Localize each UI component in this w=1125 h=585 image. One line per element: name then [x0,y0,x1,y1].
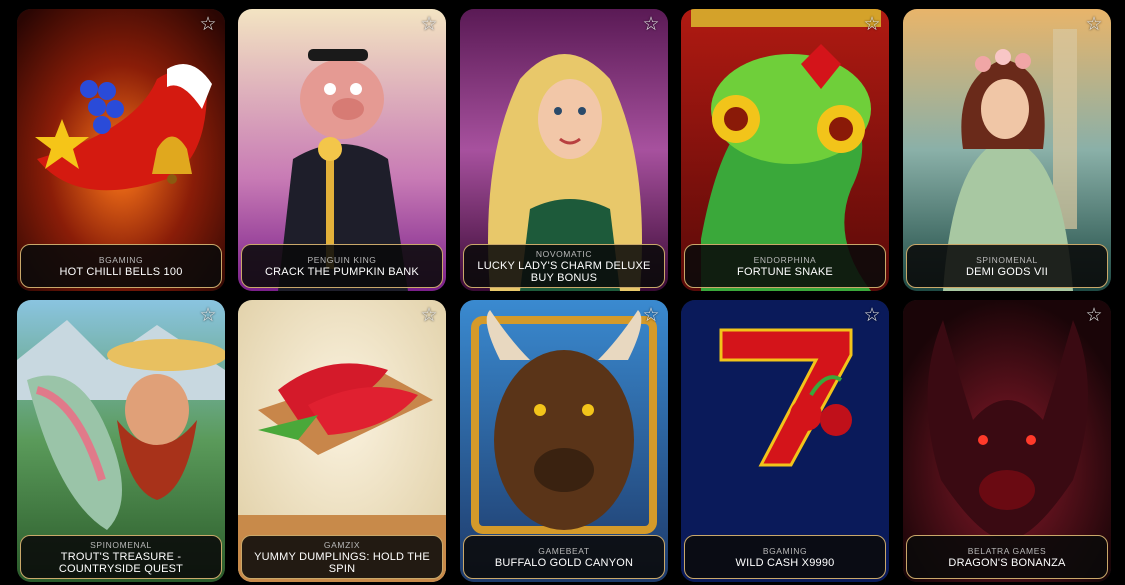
game-title: WILD CASH X9990 [735,556,835,569]
game-provider: BGAMING [762,545,808,556]
game-card[interactable]: ☆ BELATRA GAMES DRAGON'S BONANZA [903,300,1111,582]
game-grid: ☆ BGAMING HOT CHILLI BELLS 100 ☆ PENGUIN… [0,0,1125,585]
favorite-star-icon[interactable]: ☆ [862,306,882,326]
favorite-star-icon[interactable]: ☆ [198,15,218,35]
game-title: TROUT'S TREASURE - COUNTRYSIDE QUEST [58,550,184,575]
game-title: HOT CHILLI BELLS 100 [59,265,183,278]
game-title: DEMI GODS VII [965,265,1049,278]
favorite-star-icon[interactable]: ☆ [198,306,218,326]
game-provider: SPINOMENAL [976,254,1038,265]
game-provider: NOVOMATIC [535,248,593,259]
game-info-panel: GAMEBEAT BUFFALO GOLD CANYON [463,535,665,579]
game-title: FORTUNE SNAKE [737,265,833,278]
game-info-panel: GAMZIX YUMMY DUMPLINGS: HOLD THE SPIN [241,535,443,579]
game-info-panel: ENDORPHINA FORTUNE SNAKE [684,244,886,288]
game-info-panel: SPINOMENAL DEMI GODS VII [906,244,1108,288]
favorite-star-icon[interactable]: ☆ [862,15,882,35]
game-title: DRAGON'S BONANZA [948,556,1066,569]
game-provider: SPINOMENAL [90,539,152,550]
game-card[interactable]: ☆ BGAMING WILD CASH X9990 [681,300,889,582]
game-provider: PENGUIN KING [307,254,377,265]
game-card[interactable]: ☆ SPINOMENAL DEMI GODS VII [903,9,1111,291]
game-info-panel: SPINOMENAL TROUT'S TREASURE - COUNTRYSID… [20,535,222,579]
game-card[interactable]: ☆ GAMZIX YUMMY DUMPLINGS: HOLD THE SPIN [238,300,446,582]
game-card[interactable]: ☆ SPINOMENAL TROUT'S TREASURE - COUNTRYS… [17,300,225,582]
game-provider: BELATRA GAMES [967,545,1047,556]
game-provider: GAMEBEAT [538,545,590,556]
game-info-panel: BELATRA GAMES DRAGON'S BONANZA [906,535,1108,579]
favorite-star-icon[interactable]: ☆ [641,306,661,326]
favorite-star-icon[interactable]: ☆ [641,15,661,35]
game-provider: BGAMING [98,254,144,265]
game-provider: GAMZIX [323,539,361,550]
game-card[interactable]: ☆ GAMEBEAT BUFFALO GOLD CANYON [460,300,668,582]
game-card[interactable]: ☆ ENDORPHINA FORTUNE SNAKE [681,9,889,291]
game-title: BUFFALO GOLD CANYON [494,556,634,569]
game-card[interactable]: ☆ PENGUIN KING CRACK THE PUMPKIN BANK [238,9,446,291]
game-info-panel: PENGUIN KING CRACK THE PUMPKIN BANK [241,244,443,288]
game-provider: ENDORPHINA [753,254,817,265]
game-title: CRACK THE PUMPKIN BANK [265,265,419,278]
game-card[interactable]: ☆ BGAMING HOT CHILLI BELLS 100 [17,9,225,291]
game-info-panel: BGAMING HOT CHILLI BELLS 100 [20,244,222,288]
game-card[interactable]: ☆ NOVOMATIC LUCKY LADY'S CHARM DELUXE BU… [460,9,668,291]
game-info-panel: BGAMING WILD CASH X9990 [684,535,886,579]
game-info-panel: NOVOMATIC LUCKY LADY'S CHARM DELUXE BUY … [463,244,665,288]
game-title: LUCKY LADY'S CHARM DELUXE BUY BONUS [477,259,651,284]
favorite-star-icon[interactable]: ☆ [1084,306,1104,326]
favorite-star-icon[interactable]: ☆ [1084,15,1104,35]
favorite-star-icon[interactable]: ☆ [419,306,439,326]
game-title: YUMMY DUMPLINGS: HOLD THE SPIN [254,550,430,575]
favorite-star-icon[interactable]: ☆ [419,15,439,35]
